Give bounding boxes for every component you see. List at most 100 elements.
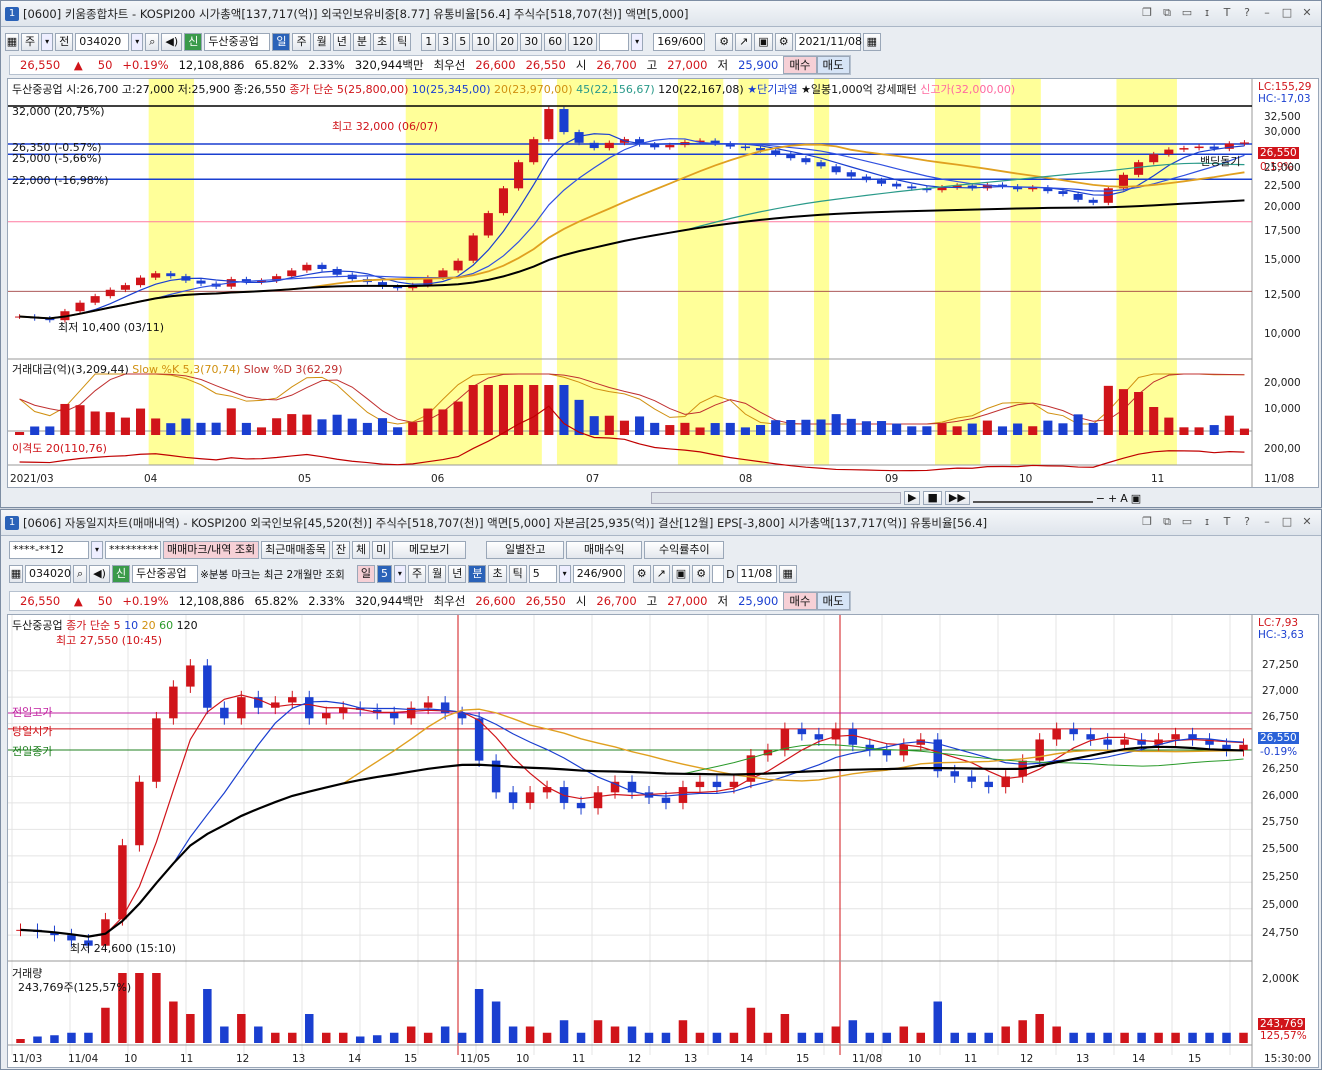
zoom-out-icon[interactable]: − — [1096, 492, 1105, 505]
intraday-chart-area[interactable]: 두산중공업 종가 단순 5 10 20 60 120 최고 27,550 (10… — [7, 614, 1319, 1068]
tab-tick[interactable]: 틱 — [508, 565, 527, 583]
sound-icon[interactable]: ◀) — [89, 565, 110, 583]
tab-month[interactable]: 월 — [428, 565, 447, 583]
tick-input[interactable]: 5 — [528, 565, 557, 583]
stock-code-input[interactable]: 034020 — [25, 565, 71, 583]
tab-week[interactable]: 주 — [407, 565, 427, 583]
stop-icon[interactable]: ■ — [923, 491, 942, 505]
search-icon[interactable]: ⌕ — [73, 565, 88, 583]
period-week-button[interactable]: 주 — [21, 33, 40, 51]
tick-10-button[interactable]: 10 — [472, 33, 495, 51]
daily-chart-area[interactable]: 두산중공업 시:26,700 고:27,000 저:25,900 종:26,55… — [7, 78, 1319, 488]
sell-button[interactable]: 매도 — [816, 56, 850, 74]
tab-tick[interactable]: 틱 — [393, 33, 412, 51]
search-icon[interactable]: ⌕ — [145, 33, 160, 51]
font-icon[interactable]: ɪ — [1199, 6, 1215, 20]
tick-20-button[interactable]: 20 — [496, 33, 519, 51]
calendar-icon[interactable]: ▦ — [778, 565, 797, 583]
intraday-chart-svg[interactable] — [8, 615, 1318, 1067]
buy-button[interactable]: 매수 — [783, 56, 817, 74]
restore-icon[interactable]: ❐ — [1139, 6, 1155, 20]
tab-day[interactable]: 일 — [272, 33, 291, 51]
chevron-down-icon[interactable]: ▾ — [41, 33, 54, 51]
minimize-icon[interactable]: – — [1259, 6, 1275, 20]
help-icon[interactable]: ? — [1239, 515, 1255, 529]
daily-chart-svg[interactable] — [8, 79, 1318, 487]
stock-name-field[interactable]: 두산중공업 — [204, 33, 271, 51]
account-input[interactable]: ****-**12 — [9, 541, 89, 559]
return-trend-button[interactable]: 수익률추이 — [644, 541, 725, 559]
font-icon[interactable]: ɪ — [1199, 515, 1215, 529]
draw-tool-icon[interactable]: ↗ — [735, 33, 753, 51]
indicator-icon[interactable]: ⚙ — [715, 33, 734, 51]
buy-button[interactable]: 매수 — [783, 592, 817, 610]
tick-3-button[interactable]: 3 — [438, 33, 454, 51]
minimize-icon[interactable]: – — [1259, 515, 1275, 529]
help-icon[interactable]: ? — [1239, 6, 1255, 20]
date-checkbox[interactable] — [712, 565, 725, 583]
filled-button[interactable]: 체 — [352, 541, 371, 559]
count-input[interactable]: 169/600 — [653, 33, 706, 51]
chevron-down-icon[interactable]: ▾ — [558, 565, 571, 583]
chevron-down-icon[interactable]: ▾ — [393, 565, 406, 583]
home-icon[interactable]: ▣ — [1131, 492, 1141, 505]
zoom-slider[interactable] — [972, 493, 1093, 503]
tab-year[interactable]: 년 — [448, 565, 467, 583]
tab-week[interactable]: 주 — [292, 33, 311, 51]
balance-button[interactable]: 잔 — [331, 541, 351, 559]
tick-120-button[interactable]: 120 — [568, 33, 598, 51]
minute-value[interactable]: 5 — [376, 565, 392, 583]
grid-icon[interactable]: ▦ — [5, 33, 19, 51]
settings-icon[interactable]: ⚙ — [774, 33, 793, 51]
count-input[interactable]: 246/900 — [572, 565, 625, 583]
scrollbar[interactable] — [651, 492, 901, 504]
sound-icon[interactable]: ◀) — [161, 33, 183, 51]
tick-60-button[interactable]: 60 — [544, 33, 567, 51]
stock-name-field[interactable]: 두산중공업 — [132, 565, 199, 583]
memo-button[interactable]: 메모보기 — [392, 541, 467, 559]
tick-1-button[interactable]: 1 — [421, 33, 437, 51]
date-input[interactable]: 11/08 — [736, 565, 777, 583]
play-icon[interactable]: ▶ — [904, 491, 921, 505]
font-size-icon[interactable]: A — [1120, 492, 1128, 505]
trade-chart-titlebar[interactable]: 1 [0606] 자동일지차트(매매내역) - KOSPI200 외국인보유[4… — [1, 510, 1321, 536]
fast-forward-icon[interactable]: ▶▶ — [944, 491, 970, 505]
close-icon[interactable]: ✕ — [1299, 6, 1315, 20]
indicator-icon[interactable]: ⚙ — [632, 565, 651, 583]
draw-tool-icon[interactable]: ↗ — [652, 565, 670, 583]
maximize-icon[interactable]: □ — [1279, 515, 1295, 529]
text-icon[interactable]: T — [1219, 6, 1235, 20]
daily-balance-button[interactable]: 일별잔고 — [486, 541, 565, 559]
link-icon[interactable]: ⧉ — [1159, 515, 1175, 529]
minimize-bar-icon[interactable]: ▭ — [1179, 515, 1195, 529]
chevron-down-icon[interactable]: ▾ — [131, 33, 144, 51]
trade-profit-button[interactable]: 매매수익 — [566, 541, 643, 559]
tick-30-button[interactable]: 30 — [520, 33, 543, 51]
unfilled-button[interactable]: 미 — [372, 541, 391, 559]
tab-month[interactable]: 월 — [312, 33, 331, 51]
daily-chart-titlebar[interactable]: 1 [0600] 키움종합차트 - KOSPI200 시가총액[137,717(… — [1, 1, 1321, 27]
link-icon[interactable]: ⧉ — [1159, 6, 1175, 20]
restore-icon[interactable]: ❐ — [1139, 515, 1155, 529]
password-input[interactable]: ********* — [105, 541, 161, 559]
close-icon[interactable]: ✕ — [1299, 515, 1315, 529]
minimize-bar-icon[interactable]: ▭ — [1179, 6, 1195, 20]
zoom-in-icon[interactable]: + — [1108, 492, 1117, 505]
tab-day[interactable]: 일 — [356, 565, 375, 583]
custom-tick-input[interactable] — [599, 33, 630, 51]
recent-trades-button[interactable]: 최근매매종목 — [261, 541, 330, 559]
text-icon[interactable]: T — [1219, 515, 1235, 529]
maximize-icon[interactable]: □ — [1279, 6, 1295, 20]
trade-mark-query-button[interactable]: 매매마크/내역 조회 — [163, 541, 260, 559]
tick-5-button[interactable]: 5 — [455, 33, 471, 51]
tab-second[interactable]: 초 — [372, 33, 392, 51]
tab-minute[interactable]: 분 — [468, 565, 487, 583]
date-input[interactable]: 2021/11/08 — [794, 33, 862, 51]
tab-second[interactable]: 초 — [488, 565, 507, 583]
settings-icon[interactable]: ⚙ — [692, 565, 711, 583]
calendar-icon[interactable]: ▦ — [862, 33, 881, 51]
grid-icon[interactable]: ▦ — [9, 565, 23, 583]
prev-button[interactable]: 전 — [55, 33, 74, 51]
sell-button[interactable]: 매도 — [816, 592, 850, 610]
save-icon[interactable]: ▣ — [671, 565, 691, 583]
